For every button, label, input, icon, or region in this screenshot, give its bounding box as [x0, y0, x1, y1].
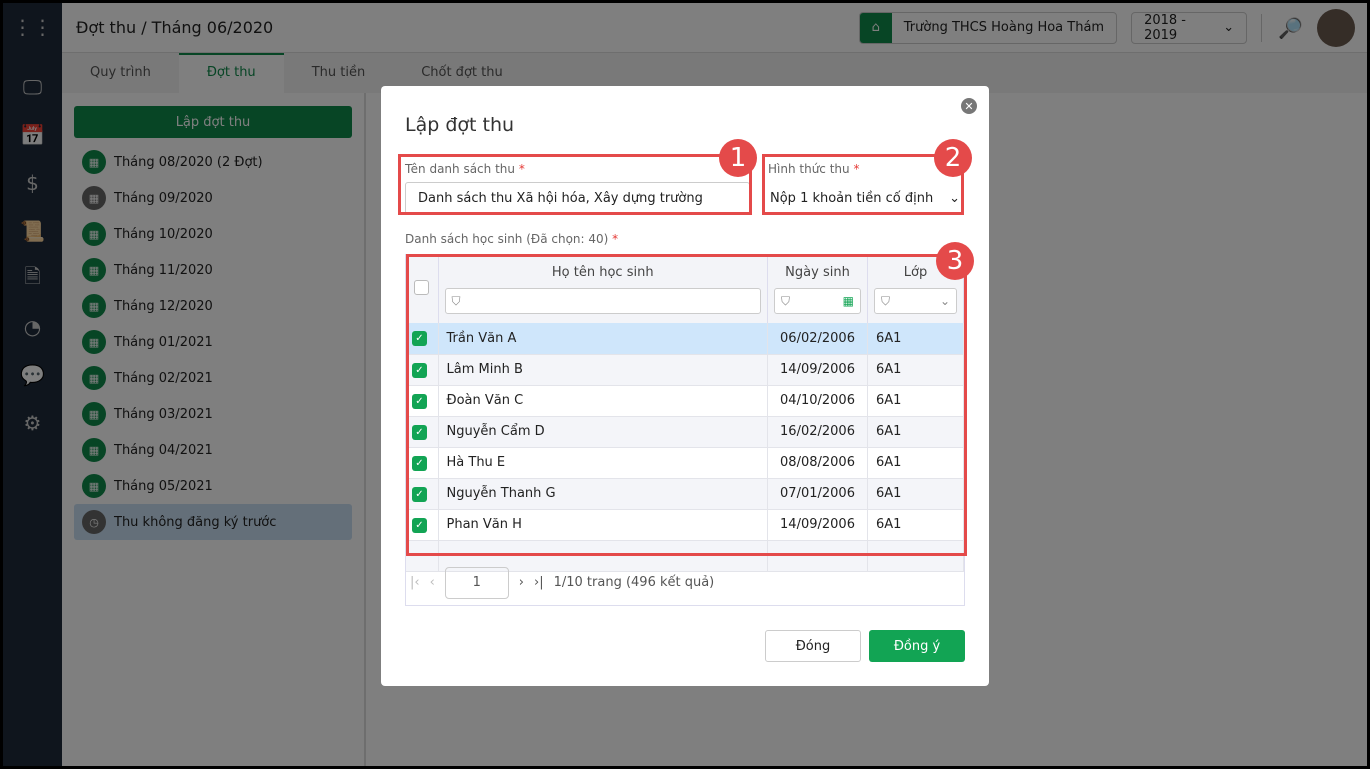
last-page-icon[interactable]: ›| — [534, 575, 544, 590]
pagination: |‹ ‹ 1 › ›| 1/10 trang (496 kết quả) — [405, 560, 965, 606]
student-list-label: Danh sách học sinh (Đã chọn: 40) — [405, 232, 609, 246]
annotation-badge-3: 3 — [936, 242, 974, 280]
confirm-button[interactable]: Đồng ý — [869, 630, 965, 662]
prev-page-icon[interactable]: ‹ — [430, 575, 435, 590]
first-page-icon[interactable]: |‹ — [410, 575, 420, 590]
annotation-box-1 — [398, 154, 752, 215]
annotation-badge-1: 1 — [719, 139, 757, 177]
create-period-dialog: Lập đợt thu ✕ Tên danh sách thu * Danh s… — [381, 86, 989, 686]
annotation-badge-2: 2 — [934, 139, 972, 177]
dialog-title: Lập đợt thu — [405, 114, 515, 136]
close-icon[interactable]: ✕ — [961, 98, 977, 114]
next-page-icon[interactable]: › — [519, 575, 524, 590]
close-button[interactable]: Đóng — [765, 630, 861, 662]
annotation-box-3 — [406, 254, 967, 556]
annotation-box-2 — [762, 154, 964, 215]
page-input[interactable]: 1 — [444, 566, 509, 599]
required-mark: * — [612, 232, 619, 246]
page-info: 1/10 trang (496 kết quả) — [553, 575, 715, 590]
